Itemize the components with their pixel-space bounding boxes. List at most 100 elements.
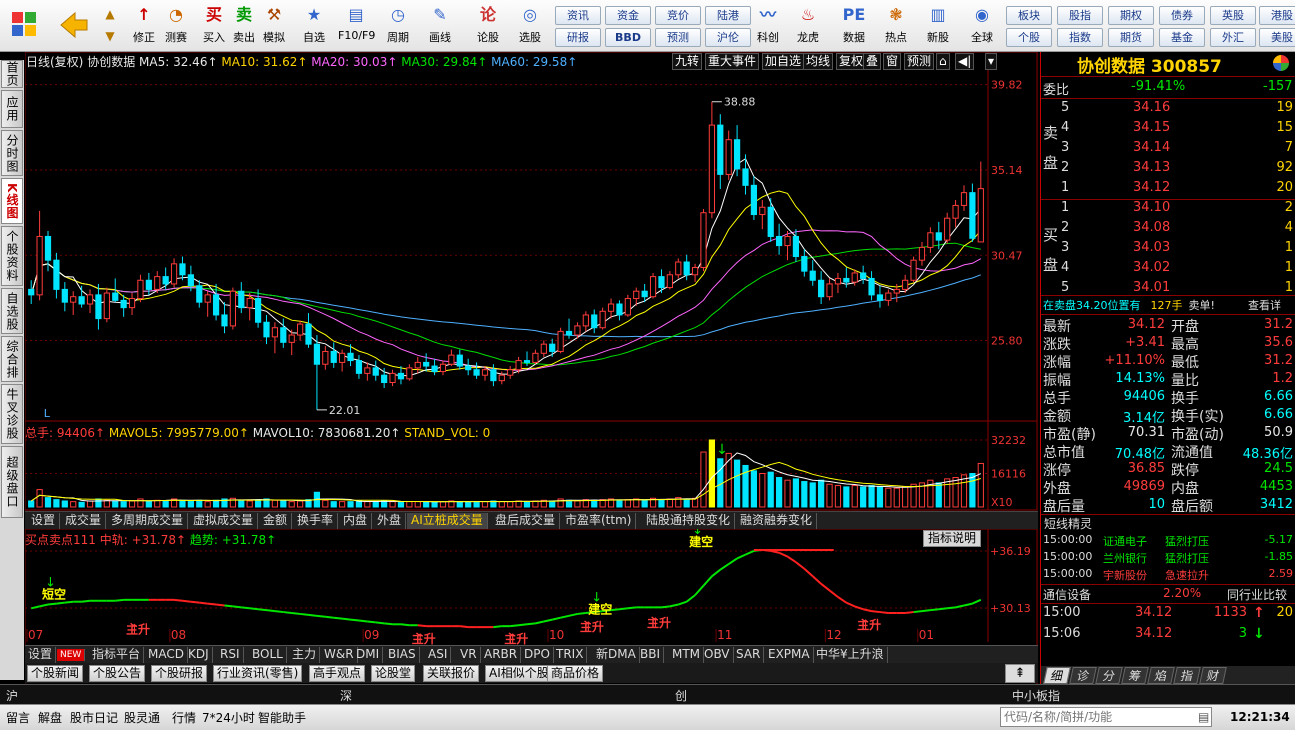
market-cy[interactable]: 创 — [675, 687, 687, 704]
quick-button-16[interactable]: 期货 — [1108, 28, 1154, 47]
sprite-name-0[interactable]: 证通电子 — [1103, 533, 1147, 549]
quick-button-8[interactable]: 板块 — [1006, 6, 1052, 25]
search-input[interactable] — [1000, 707, 1212, 727]
indicator-tab-5[interactable]: RSI — [217, 647, 244, 663]
sector-compare-link[interactable]: 同行业比较 — [1227, 586, 1287, 603]
quote-tab-0[interactable]: 细 — [1043, 667, 1071, 684]
quote-tab-6[interactable]: 财 — [1199, 667, 1227, 684]
volume-subtab-12[interactable]: 融资融券变化 — [736, 513, 818, 529]
quick-button-5[interactable]: BBD — [605, 28, 651, 47]
news-tab-2[interactable]: 个股研报 — [151, 665, 208, 682]
news-tab-7[interactable]: AI相似个股 — [485, 665, 553, 682]
toolbar-button-11[interactable]: 〰科创 — [750, 2, 786, 50]
quick-button-0[interactable]: 资讯 — [555, 6, 601, 25]
sprite-name-2[interactable]: 宇新股份 — [1103, 567, 1147, 583]
quote-tab-4[interactable]: 焰 — [1147, 667, 1175, 684]
quick-button-6[interactable]: 预测 — [655, 28, 701, 47]
toolbar-button-14[interactable]: ❃ 热点 — [878, 2, 914, 50]
tape-alert[interactable]: 在卖盘34.20位置有 127手 卖单! 查看详 — [1043, 297, 1295, 313]
indicator-tab-13[interactable]: ARBR — [481, 647, 522, 663]
quick-button-4[interactable]: 研报 — [555, 28, 601, 47]
indicator-tab-3[interactable]: MACD — [145, 647, 188, 663]
buy-price-4[interactable]: 34.01 — [1133, 280, 1170, 295]
volume-subtab-3[interactable]: 虚拟成交量 — [189, 513, 259, 529]
status-item-6[interactable]: 智能助手 — [258, 709, 306, 726]
volume-subtab-5[interactable]: 换手率 — [293, 513, 339, 529]
indicator-tab-17[interactable]: BBI — [637, 647, 665, 663]
expand-icon[interactable]: ⇞ — [1005, 664, 1035, 683]
news-tab-8[interactable]: 商品价格 — [547, 665, 604, 682]
toolbar-button-0[interactable]: ↑ 修正 — [126, 2, 162, 50]
sector-label[interactable]: 通信设备 — [1043, 586, 1091, 603]
news-tab-6[interactable]: 关联报价 — [423, 665, 480, 682]
volume-subtab-7[interactable]: 外盘 — [373, 513, 407, 529]
side-tab-3[interactable]: K线图 — [1, 178, 23, 224]
volume-subtab-1[interactable]: 成交量 — [61, 513, 107, 529]
sell-price-3[interactable]: 34.13 — [1133, 160, 1170, 175]
buy-price-2[interactable]: 34.03 — [1133, 240, 1170, 255]
quick-button-2[interactable]: 竞价 — [655, 6, 701, 25]
toolbar-button-12[interactable]: ♨ 龙虎 — [790, 2, 826, 50]
quick-button-12[interactable]: 英股 — [1210, 6, 1256, 25]
quote-tab-3[interactable]: 筹 — [1121, 667, 1149, 684]
side-tab-7[interactable]: 牛叉诊股 — [1, 384, 23, 444]
menu-logo-icon[interactable] — [8, 2, 40, 50]
quote-logo-icon[interactable] — [1273, 55, 1289, 71]
indicator-explain-button[interactable]: 指标说明 — [923, 530, 982, 547]
collapse-icon[interactable]: ◀| — [955, 53, 975, 70]
quick-button-14[interactable]: 个股 — [1006, 28, 1052, 47]
indicator-tab-15[interactable]: TRIX — [553, 647, 588, 663]
indicator-tab-21[interactable]: EXPMA — [765, 647, 814, 663]
indicator-tab-1[interactable]: NEW — [57, 649, 86, 661]
quick-button-9[interactable]: 股指 — [1057, 6, 1103, 25]
status-item-3[interactable]: 股灵通 — [124, 709, 160, 726]
quick-button-19[interactable]: 美股 — [1259, 28, 1295, 47]
news-tab-0[interactable]: 个股新闻 — [27, 665, 84, 682]
side-tab-1[interactable]: 应用 — [1, 90, 23, 128]
side-tab-2[interactable]: 分时图 — [1, 130, 23, 176]
indicator-tab-14[interactable]: DPO — [521, 647, 554, 663]
news-tab-4[interactable]: 高手观点 — [309, 665, 366, 682]
toolbar-button-8[interactable]: ✎ 画线 — [422, 2, 458, 50]
news-tab-3[interactable]: 行业资讯(零售) — [213, 665, 303, 682]
side-tab-8[interactable]: 超级盘口 — [1, 446, 23, 518]
side-tab-6[interactable]: 综合排名 — [1, 336, 23, 382]
sell-price-1[interactable]: 34.15 — [1133, 120, 1170, 135]
side-tab-0[interactable]: 首页 — [1, 60, 23, 88]
quote-tab-2[interactable]: 分 — [1095, 667, 1123, 684]
side-tab-5[interactable]: 自选股 — [1, 288, 23, 334]
toolbar-button-5[interactable]: ★ 自选 — [296, 2, 332, 50]
volume-subtab-2[interactable]: 多周期成交量 — [107, 513, 189, 529]
volume-subtab-6[interactable]: 内盘 — [339, 513, 373, 529]
lock-icon[interactable]: ⌂ — [936, 53, 950, 70]
indicator-tab-12[interactable]: VR — [457, 647, 481, 663]
indicator-tab-16[interactable]: 新DMA — [593, 647, 640, 663]
chart-option-6[interactable]: 窗 — [883, 53, 902, 70]
status-item-4[interactable]: 行情 — [172, 709, 196, 726]
market-sh[interactable]: 沪 — [6, 687, 18, 704]
chart-canvas[interactable]: 39.82 35.14 30.47 25.80 38.88 22.01 L 32232 1611… — [24, 51, 1038, 686]
chart-option-2[interactable]: 加自选 — [762, 53, 805, 70]
indicator-tab-0[interactable]: 设置 — [25, 647, 57, 663]
indicator-tab-10[interactable]: BIAS — [385, 647, 420, 663]
toolbar-button-13[interactable]: PE 数据 — [836, 2, 872, 50]
status-item-5[interactable]: 7*24小时 — [202, 709, 255, 726]
indicator-tab-22[interactable]: 中华¥上升浪 — [813, 647, 888, 663]
volume-subtab-8[interactable]: AI立桩成交量 — [407, 513, 488, 529]
quick-button-10[interactable]: 期权 — [1108, 6, 1154, 25]
quick-button-13[interactable]: 港股 — [1259, 6, 1295, 25]
volume-subtab-11[interactable]: 陆股通持股变化 — [642, 513, 736, 529]
chart-option-0[interactable]: 九转 — [672, 53, 703, 70]
status-item-2[interactable]: 股市日记 — [70, 709, 118, 726]
chart-option-7[interactable]: 预测 — [904, 53, 935, 70]
chart-option-5[interactable]: 叠 — [863, 53, 882, 70]
toolbar-button-1[interactable]: ◔ 测赛 — [158, 2, 194, 50]
volume-subtab-0[interactable]: 设置 — [27, 513, 61, 529]
quick-button-15[interactable]: 指数 — [1057, 28, 1103, 47]
sprite-name-1[interactable]: 兰州银行 — [1103, 550, 1147, 566]
news-tab-5[interactable]: 论股堂 — [371, 665, 416, 682]
toolbar-button-7[interactable]: ◷ 周期 — [380, 2, 416, 50]
toolbar-button-4[interactable]: ⚒ 模拟 — [256, 2, 292, 50]
indicator-tab-2[interactable]: 指标平台 — [89, 647, 145, 663]
quick-button-1[interactable]: 资金 — [605, 6, 651, 25]
